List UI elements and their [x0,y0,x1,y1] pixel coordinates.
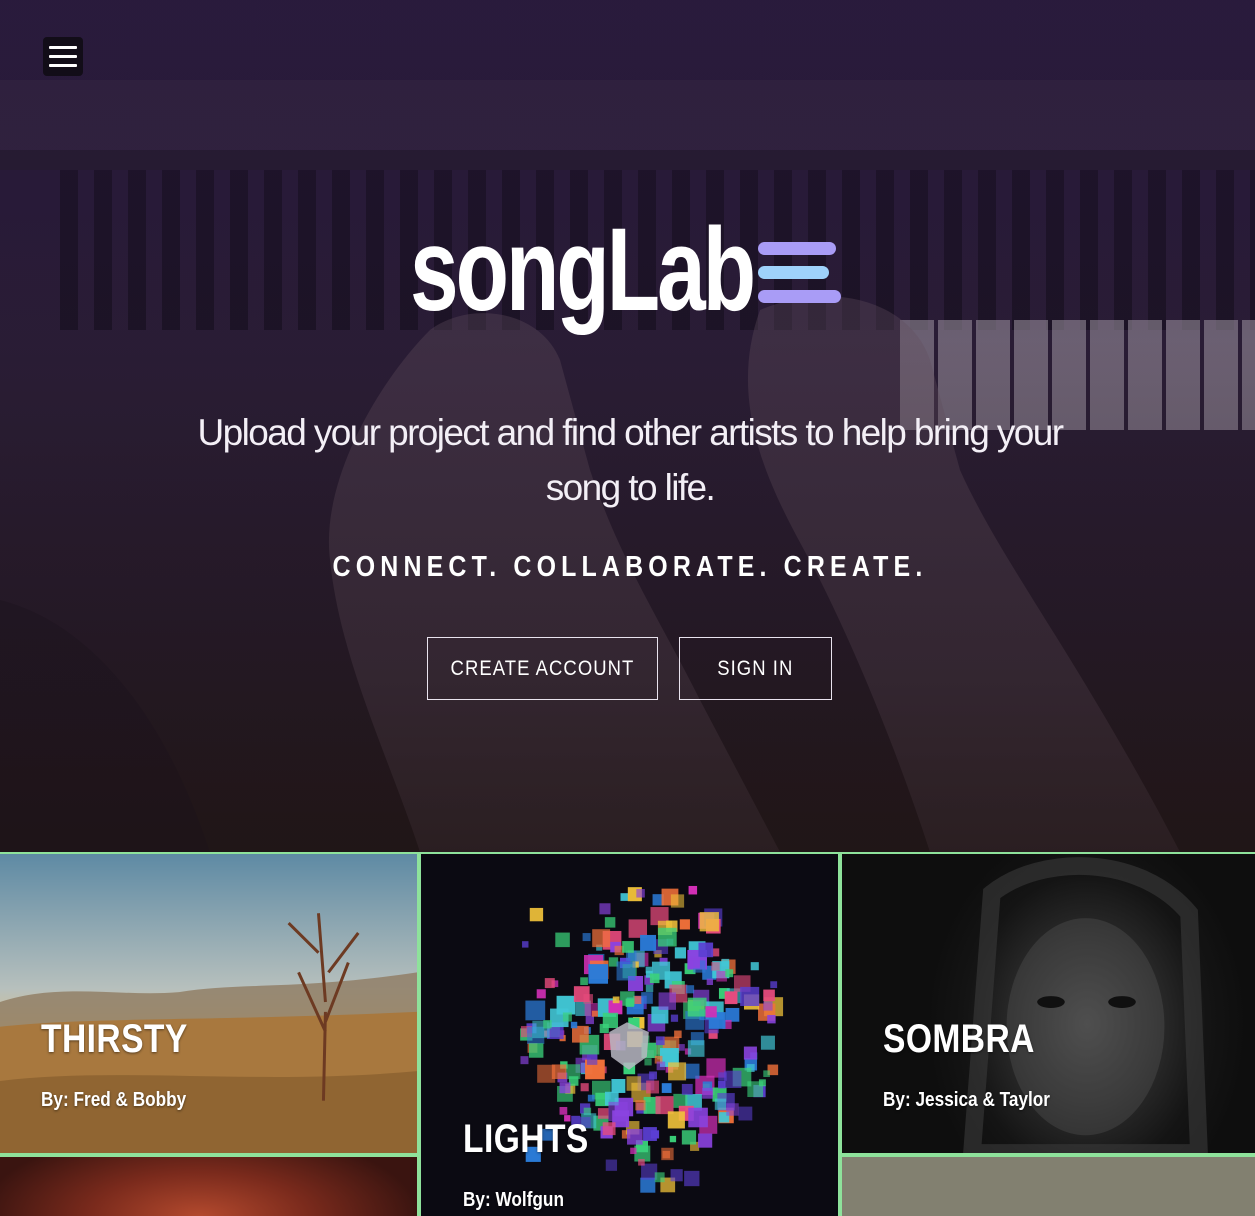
hamburger-menu-icon[interactable] [43,37,83,76]
create-account-button[interactable]: CREATE ACCOUNT [427,637,658,700]
project-cover-image [0,1157,417,1216]
hero-slogan: CONNECT. COLLABORATE. CREATE. [332,551,928,583]
project-card-thirsty[interactable]: THIRSTY By: Fred & Bobby [0,852,419,1155]
project-title: SOMBRA [883,1017,1035,1061]
songlab-logo[interactable]: songLab [408,200,848,340]
project-card-partial-left[interactable] [0,1155,419,1216]
project-title: LIGHTS [463,1117,589,1161]
project-card-lights[interactable]: LIGHTS By: Wolfgun [419,852,840,1216]
three-bars-logo-icon [758,240,842,306]
project-artists: By: Fred & Bobby [41,1089,187,1111]
project-cover-image [842,1157,1255,1216]
project-card-sombra[interactable]: SOMBRA By: Jessica & Taylor [840,852,1255,1155]
hero-section: songLab Upload your project and find oth… [0,0,1255,852]
hero-tagline: Upload your project and find other artis… [197,412,1065,508]
sign-in-button[interactable]: SIGN IN [679,637,832,700]
logo-text: songLab [410,204,756,336]
project-title: THIRSTY [41,1017,188,1061]
project-artists: By: Wolfgun [463,1189,564,1211]
project-artists: By: Jessica & Taylor [883,1089,1050,1111]
sign-in-label: SIGN IN [717,656,794,680]
create-account-label: CREATE ACCOUNT [450,656,635,680]
project-card-partial-right[interactable] [840,1155,1255,1216]
